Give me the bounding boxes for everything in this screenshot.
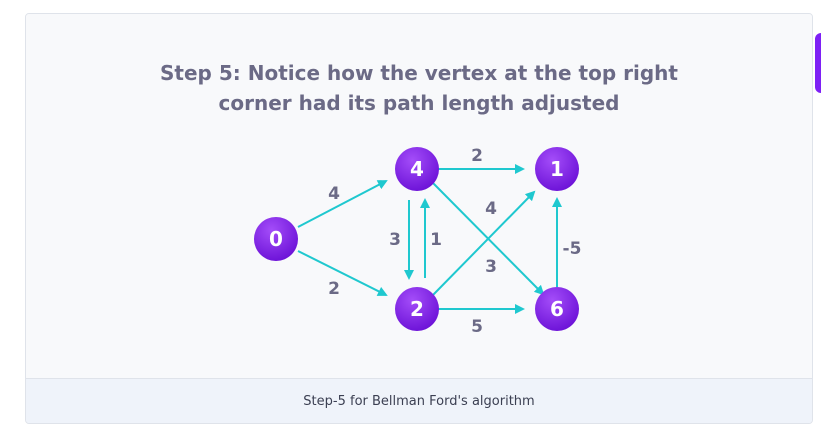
edge-0-to-2 bbox=[297, 250, 388, 296]
node-1: 1 bbox=[535, 147, 579, 191]
edge-0-to-4 bbox=[297, 180, 388, 228]
edge-weight-0-2: 2 bbox=[328, 279, 340, 299]
edge-weight-4-6: 3 bbox=[485, 257, 497, 277]
node-label-1: 1 bbox=[550, 157, 564, 181]
edge-weight-0-4: 4 bbox=[328, 184, 340, 204]
node-0: 0 bbox=[254, 217, 298, 261]
node-2: 2 bbox=[395, 287, 439, 331]
node-6: 6 bbox=[535, 287, 579, 331]
node-label-6: 6 bbox=[550, 297, 564, 321]
figure-area: Step 5: Notice how the vertex at the top… bbox=[26, 14, 812, 378]
node-label-2: 2 bbox=[410, 297, 424, 321]
node-label-4: 4 bbox=[410, 157, 424, 181]
edge-weight-2-6: 5 bbox=[471, 317, 483, 337]
side-tab-accent bbox=[815, 33, 821, 93]
node-4: 4 bbox=[395, 147, 439, 191]
graph-diagram: 4 2 2 3 1 3 4 5 -5 0 4 2 1 6 bbox=[254, 146, 582, 337]
edge-weight-2-4: 1 bbox=[430, 230, 442, 250]
edge-2-to-1 bbox=[431, 190, 536, 297]
edge-weight-4-2: 3 bbox=[389, 230, 401, 250]
edge-weight-2-1: 4 bbox=[485, 199, 497, 219]
edge-weight-4-1: 2 bbox=[471, 146, 483, 166]
caption-bar: Step-5 for Bellman Ford's algorithm bbox=[26, 378, 812, 423]
figure-card: Step 5: Notice how the vertex at the top… bbox=[25, 13, 813, 424]
node-label-0: 0 bbox=[269, 227, 283, 251]
figure-caption: Step-5 for Bellman Ford's algorithm bbox=[303, 394, 535, 409]
edge-weight-6-1: -5 bbox=[563, 239, 582, 259]
